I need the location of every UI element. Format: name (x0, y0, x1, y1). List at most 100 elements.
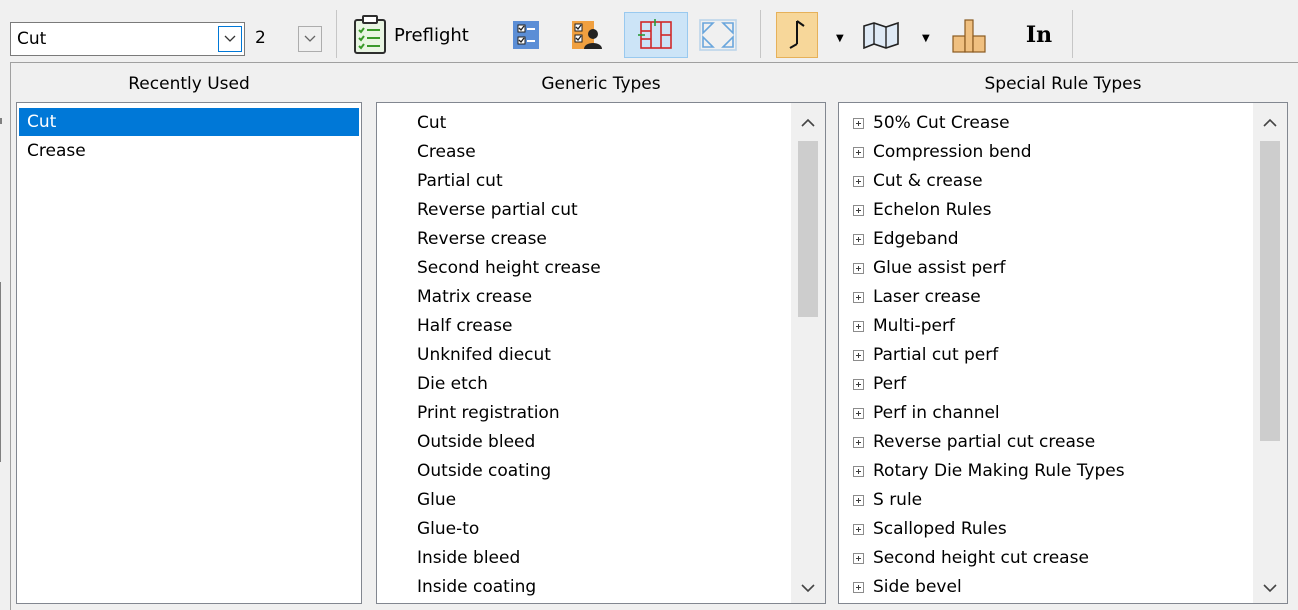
user-checklist-button[interactable] (566, 12, 608, 58)
scroll-up-arrow-icon[interactable] (791, 107, 825, 137)
generic-types-list[interactable]: Cut Crease Partial cut Reverse partial c… (376, 102, 826, 604)
recently-used-header: Recently Used (128, 74, 250, 94)
special-rule-types-tree[interactable]: 50% Cut Crease Compression bend Cut & cr… (838, 102, 1288, 604)
list-item[interactable]: Outside coating (417, 457, 551, 485)
list-item[interactable]: Die etch (417, 370, 488, 398)
tree-node-label: Compression bend (873, 142, 1032, 162)
tree-node[interactable]: Perf (853, 370, 906, 398)
expand-plus-icon[interactable] (853, 234, 864, 245)
tree-node[interactable]: Laser crease (853, 283, 981, 311)
list-item[interactable]: Glue-to (417, 515, 479, 543)
list-item[interactable]: Second height crease (417, 254, 601, 282)
expand-plus-icon[interactable] (853, 379, 864, 390)
expand-plus-icon[interactable] (853, 321, 864, 332)
expand-plus-icon[interactable] (853, 176, 864, 187)
tree-node[interactable]: 50% Cut Crease (853, 109, 1010, 137)
checklist-icon (354, 15, 386, 54)
chevron-down-icon[interactable] (218, 26, 242, 52)
tree-node-label: Second height cut crease (873, 548, 1089, 568)
checkbox-list-icon (513, 21, 539, 49)
expand-plus-icon[interactable] (853, 524, 864, 535)
tree-node[interactable]: Echelon Rules (853, 196, 992, 224)
special-rule-types-scrollbar[interactable] (1253, 103, 1287, 603)
toolbar-separator (1072, 10, 1073, 58)
tree-node[interactable]: Rotary Die Making Rule Types (853, 457, 1125, 485)
pen-number-dropdown[interactable] (298, 26, 322, 52)
list-item[interactable]: Half crease (417, 312, 512, 340)
preflight-button[interactable]: Preflight (352, 12, 488, 58)
tree-node[interactable]: Glue assist perf (853, 254, 1006, 282)
scroll-up-arrow-icon[interactable] (1253, 107, 1287, 137)
draw-rule-dropdown-icon[interactable]: ▼ (836, 33, 844, 44)
scroll-thumb[interactable] (798, 141, 818, 317)
tree-node[interactable]: Partial cut perf (853, 341, 998, 369)
tree-node[interactable]: Second height cut crease (853, 544, 1089, 572)
list-item[interactable]: Reverse partial cut (417, 196, 578, 224)
toolbar-separator (336, 10, 337, 58)
expand-plus-icon[interactable] (853, 292, 864, 303)
expand-plus-icon[interactable] (853, 408, 864, 419)
zoom-extents-button[interactable] (692, 12, 744, 58)
list-item[interactable]: Crease (19, 137, 359, 165)
list-item[interactable]: Print registration (417, 399, 560, 427)
tree-node[interactable]: Reverse partial cut crease (853, 428, 1095, 456)
list-item[interactable]: Cut (19, 108, 359, 136)
list-item[interactable]: Reverse crease (417, 225, 547, 253)
tree-node-label: Edgeband (873, 229, 959, 249)
tree-node-label: Rotary Die Making Rule Types (873, 461, 1125, 481)
expand-plus-icon[interactable] (853, 350, 864, 361)
tree-node[interactable]: Scalloped Rules (853, 515, 1007, 543)
window-edge-mark (0, 118, 2, 124)
expand-plus-icon[interactable] (853, 147, 864, 158)
pen-line-icon (789, 20, 805, 49)
checklist-button[interactable] (506, 12, 546, 58)
tree-node[interactable]: Side bevel (853, 573, 962, 601)
expand-plus-icon[interactable] (853, 495, 864, 506)
tree-node-label: Reverse partial cut crease (873, 432, 1096, 452)
scroll-thumb[interactable] (1260, 141, 1280, 441)
expand-plus-icon[interactable] (853, 263, 864, 274)
list-item[interactable]: Unknifed diecut (417, 341, 551, 369)
rule-height-icon (952, 19, 986, 53)
list-item[interactable]: Outside bleed (417, 428, 535, 456)
list-item[interactable]: Cut (417, 109, 446, 137)
map-dropdown-icon[interactable]: ▼ (922, 33, 930, 44)
tree-node[interactable]: Cut & crease (853, 167, 983, 195)
expand-plus-icon[interactable] (853, 466, 864, 477)
tree-node-label: Multi-perf (873, 316, 955, 336)
layout-grid-button[interactable] (624, 12, 688, 58)
expand-plus-icon[interactable] (853, 553, 864, 564)
expand-plus-icon[interactable] (853, 582, 864, 593)
list-item[interactable]: Crease (417, 138, 476, 166)
tree-node[interactable]: Perf in channel (853, 399, 1000, 427)
special-rule-types-header: Special Rule Types (984, 74, 1142, 94)
tree-node-label: 50% Cut Crease (873, 113, 1010, 133)
rule-height-button[interactable] (946, 12, 994, 58)
expand-plus-icon[interactable] (853, 118, 864, 129)
list-item[interactable]: Glue (417, 486, 456, 514)
generic-types-scrollbar[interactable] (791, 103, 825, 603)
tree-node[interactable]: Multi-perf (853, 312, 955, 340)
scroll-down-arrow-icon[interactable] (791, 573, 825, 603)
list-item[interactable]: Inside bleed (417, 544, 520, 572)
rule-type-combo[interactable]: Cut (10, 22, 245, 56)
expand-plus-icon[interactable] (853, 205, 864, 216)
user-checklist-icon (572, 21, 602, 49)
inch-units-button[interactable]: In (1018, 12, 1060, 58)
tree-node[interactable]: S rule (853, 486, 922, 514)
recently-used-list[interactable]: Cut Crease (16, 102, 362, 604)
pen-number-value[interactable]: 2 (255, 28, 266, 48)
scroll-down-arrow-icon[interactable] (1253, 573, 1287, 603)
list-item[interactable]: Partial cut (417, 167, 503, 195)
list-item[interactable]: Inside coating (417, 573, 536, 601)
list-item[interactable]: Matrix crease (417, 283, 532, 311)
tree-node[interactable]: Compression bend (853, 138, 1032, 166)
expand-plus-icon[interactable] (853, 437, 864, 448)
tree-node[interactable]: Edgeband (853, 225, 959, 253)
map-button[interactable] (856, 12, 906, 58)
map-icon (863, 21, 899, 49)
rule-type-value: Cut (17, 29, 47, 49)
draw-rule-button[interactable] (776, 12, 818, 58)
tree-node-label: Partial cut perf (873, 345, 999, 365)
generic-types-header: Generic Types (541, 74, 661, 94)
